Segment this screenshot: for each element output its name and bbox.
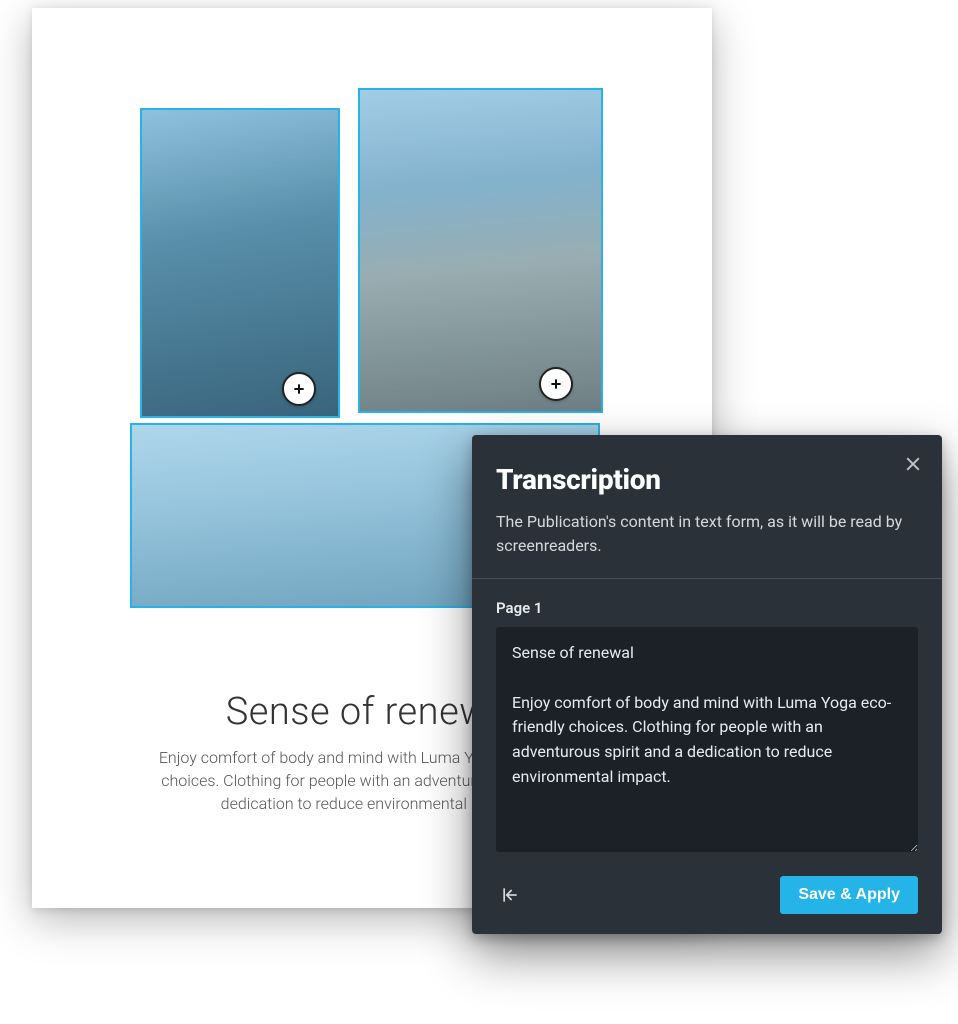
plus-icon — [548, 376, 564, 392]
divider — [472, 578, 942, 579]
add-image-button[interactable] — [282, 372, 316, 406]
modal-description: The Publication's content in text form, … — [496, 510, 918, 558]
transcription-modal: Transcription The Publication's content … — [472, 435, 942, 934]
save-apply-button[interactable]: Save & Apply — [780, 876, 918, 914]
collapse-button[interactable] — [496, 881, 524, 909]
close-icon — [903, 454, 923, 474]
transcription-textarea[interactable] — [496, 627, 918, 852]
image-overlay — [360, 90, 601, 411]
close-button[interactable] — [900, 451, 926, 477]
image-tile-2[interactable] — [358, 88, 603, 413]
image-tile-1[interactable] — [140, 108, 340, 418]
collapse-left-icon — [500, 885, 520, 905]
plus-icon — [291, 381, 307, 397]
add-image-button[interactable] — [539, 367, 573, 401]
page-label: Page 1 — [496, 599, 918, 617]
modal-footer: Save & Apply — [496, 876, 918, 914]
modal-title: Transcription — [496, 463, 918, 496]
image-overlay — [142, 110, 338, 416]
